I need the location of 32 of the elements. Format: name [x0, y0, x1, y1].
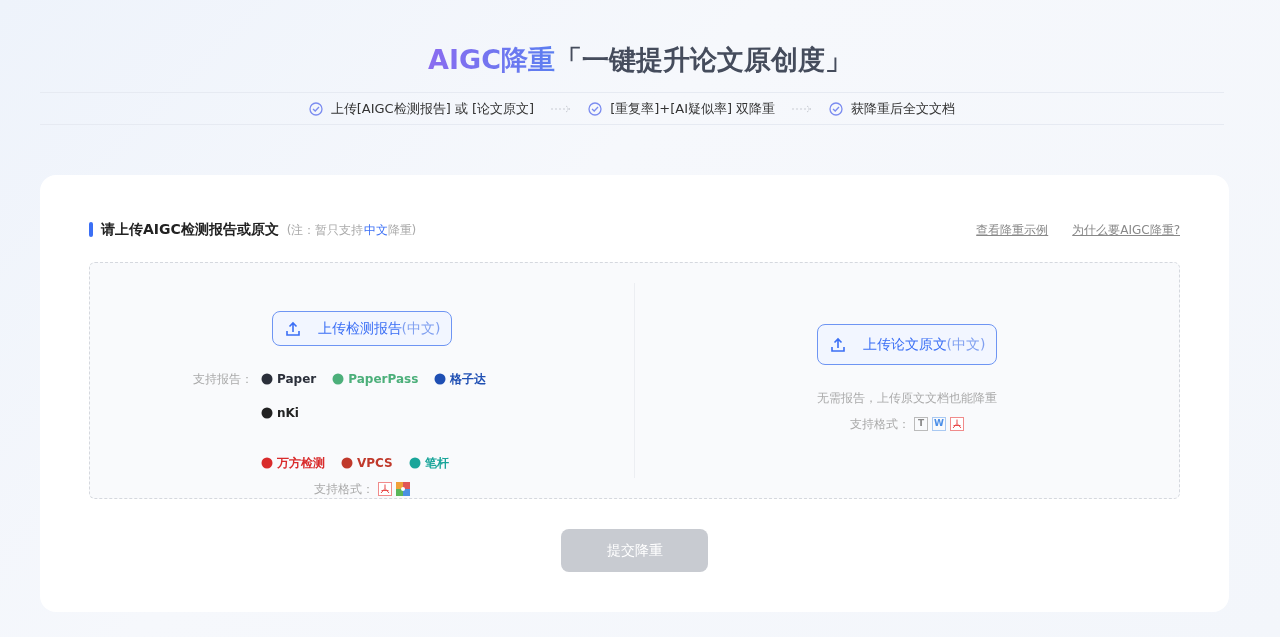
- logo-text: Paper: [277, 371, 317, 388]
- page-title: AIGC降重: [428, 44, 555, 75]
- image-file-icon: [396, 482, 410, 496]
- word-file-icon: W: [932, 417, 946, 431]
- logo-text: nKi: [277, 405, 299, 422]
- logo-text: VPCS: [357, 455, 393, 472]
- upload-button[interactable]: 上传论文原文(中文): [817, 324, 997, 365]
- format-label: 支持格式：: [314, 481, 374, 498]
- pdf-icon: [378, 482, 392, 496]
- help-link[interactable]: 为什么要AIGC降重?: [1072, 220, 1180, 239]
- logo-text: 万方检测: [277, 455, 325, 472]
- section-note: (注：暂只支持中文降重): [286, 221, 417, 239]
- step-label: 获降重后全文文档: [851, 99, 956, 118]
- upload-icon: [828, 336, 847, 353]
- step-label: 上传[AIGC检测报告] 或 [论文原文]: [330, 99, 535, 118]
- logo-text: 笔杆: [424, 455, 449, 472]
- pdf-icon: [950, 417, 964, 431]
- upload-button[interactable]: 上传检测报告(中文): [272, 311, 452, 346]
- logo-text: PaperPass: [348, 371, 419, 388]
- txt-file-icon: T: [914, 417, 928, 431]
- step-label: [重复率]+[AI疑似率] 双降重: [610, 99, 776, 118]
- format-label: 支持格式：: [850, 416, 910, 433]
- support-label: 支持报告：: [193, 371, 253, 388]
- upload-icon: [283, 320, 302, 337]
- page-subtitle: 「一键提升论文原创度」: [554, 44, 852, 75]
- help-link[interactable]: 查看降重示例: [976, 220, 1049, 239]
- arrow-icon: [550, 104, 573, 113]
- accent-bar: [89, 222, 93, 237]
- arrow-icon: [791, 104, 814, 113]
- hint-text: 无需报告，上传原文文档也能降重: [817, 390, 997, 407]
- section-heading: 请上传AIGC检测报告或原文: [101, 220, 279, 239]
- logo-text: 格子达: [450, 371, 487, 388]
